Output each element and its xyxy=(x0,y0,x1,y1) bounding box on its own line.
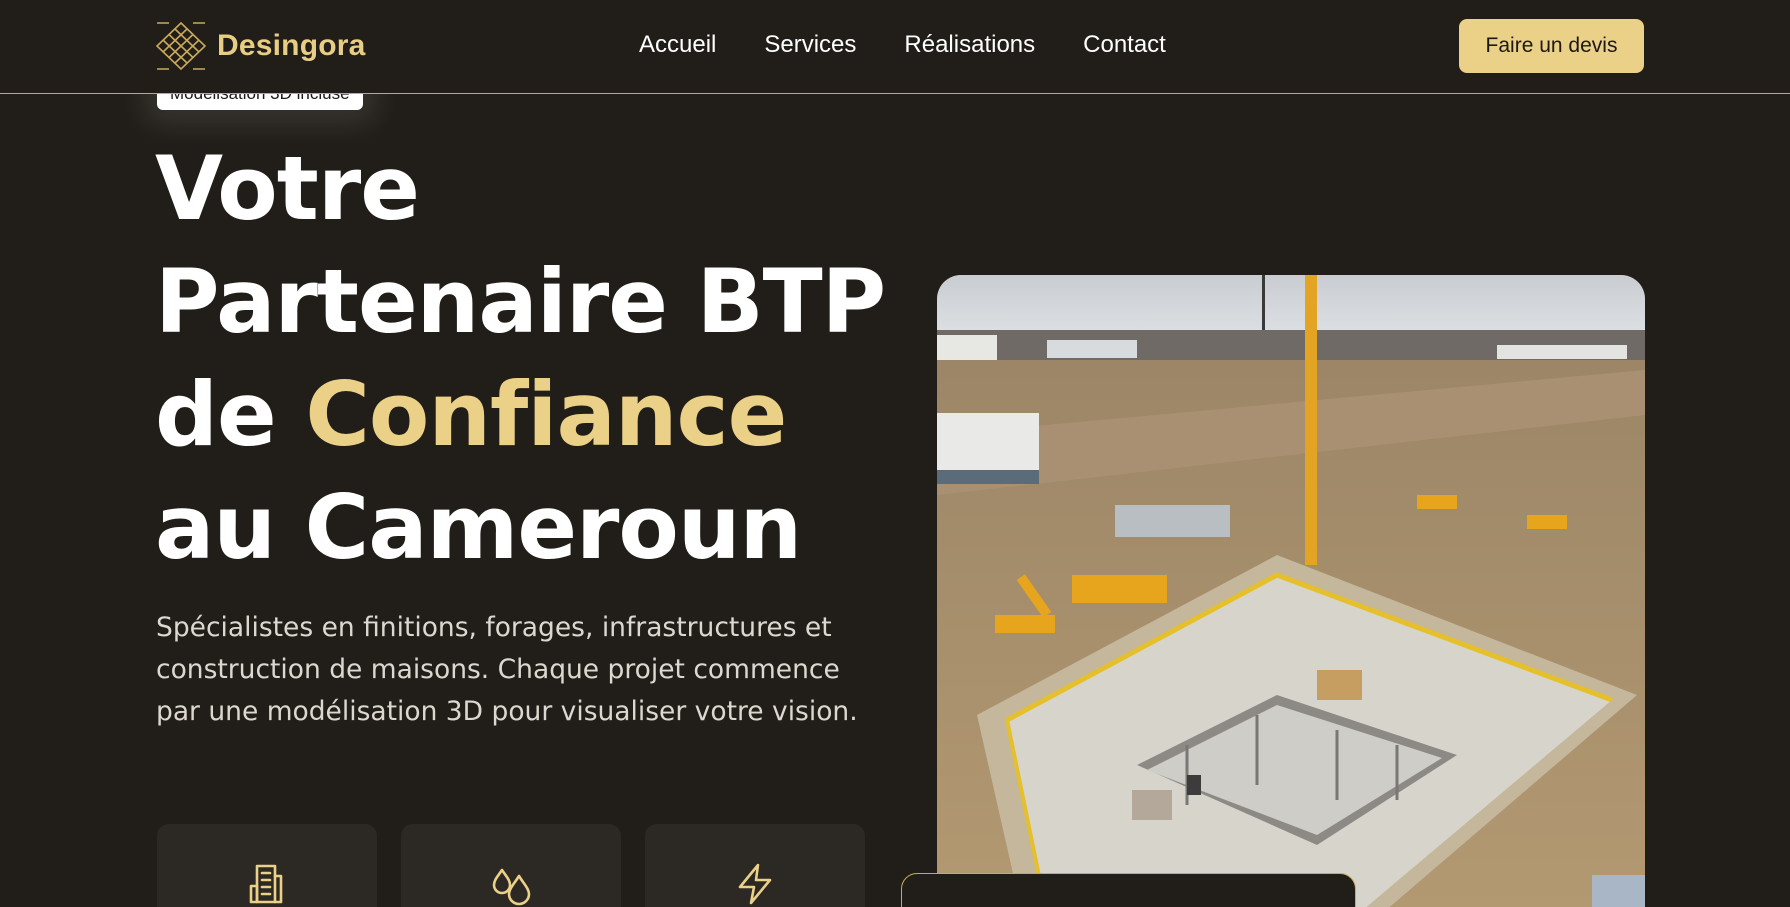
hero-title-line-3: de Confiance xyxy=(155,358,875,471)
construction-site-illustration xyxy=(937,275,1645,907)
brand[interactable]: Desingora xyxy=(155,21,366,71)
feature-card-infrastructures[interactable] xyxy=(645,824,865,907)
hero-title-accent: Confiance xyxy=(305,363,787,466)
site-header: Desingora Accueil Services Réalisations … xyxy=(0,0,1790,94)
construction-site-image xyxy=(937,275,1645,907)
hero-title: Votre Partenaire BTP de Confiance au Cam… xyxy=(155,132,886,584)
hero-title-line-1: Votre xyxy=(155,137,420,240)
nav-services[interactable]: Services xyxy=(764,31,856,59)
building-document-icon xyxy=(249,864,283,904)
nav-contact[interactable]: Contact xyxy=(1083,31,1166,59)
feature-card-finitions[interactable] xyxy=(157,824,377,907)
nav-realisations[interactable]: Réalisations xyxy=(904,31,1035,59)
main-nav: Accueil Services Réalisations Contact xyxy=(639,31,1214,59)
floating-info-card xyxy=(901,873,1356,907)
water-drops-icon xyxy=(492,868,531,906)
lightning-bolt-icon xyxy=(738,863,772,905)
brand-name: Desingora xyxy=(217,29,366,62)
hero-description: Spécialistes en finitions, forages, infr… xyxy=(156,612,858,727)
feature-card-forages[interactable] xyxy=(401,824,621,907)
nav-accueil[interactable]: Accueil xyxy=(639,31,716,59)
hero-title-prefix: de xyxy=(155,363,306,466)
diamond-lattice-logo xyxy=(155,21,207,71)
quote-button[interactable]: Faire un devis xyxy=(1459,19,1644,73)
hero-title-line-4: au Cameroun xyxy=(155,476,802,579)
hero-title-line-2: Partenaire BTP xyxy=(155,250,886,353)
